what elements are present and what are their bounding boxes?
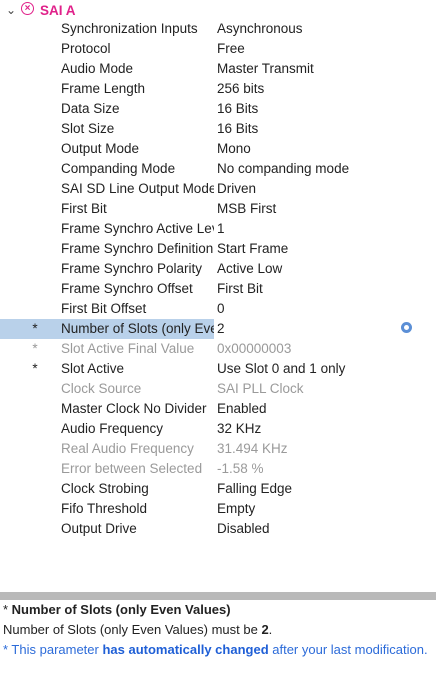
parameter-label: Frame Length xyxy=(61,81,146,96)
parameter-label: Companding Mode xyxy=(61,161,176,176)
parameter-row[interactable]: * Number of Slots (only Even 2 xyxy=(0,319,436,339)
parameter-row[interactable]: Synchronization Inputs Asynchronous xyxy=(0,19,436,39)
error-circle-icon: × xyxy=(21,2,34,15)
parameter-row[interactable]: Audio Frequency 32 KHz xyxy=(0,419,436,439)
parameter-row[interactable]: Slot Size 16 Bits xyxy=(0,119,436,139)
parameter-row[interactable]: Frame Synchro Active Lev... 1 xyxy=(0,219,436,239)
parameter-value[interactable]: MSB First xyxy=(217,199,276,219)
parameter-row[interactable]: Output Mode Mono xyxy=(0,139,436,159)
parameter-row[interactable]: Frame Synchro Polarity Active Low xyxy=(0,259,436,279)
parameter-row[interactable]: Clock Source SAI PLL Clock xyxy=(0,379,436,399)
parameter-label: SAI SD Line Output Mode xyxy=(61,181,214,196)
description-constraint: Number of Slots (only Even Values) must … xyxy=(3,622,273,637)
parameter-label: Protocol xyxy=(61,41,111,56)
parameter-label: Slot Size xyxy=(61,121,115,136)
parameter-row[interactable]: Frame Synchro Definition Start Frame xyxy=(0,239,436,259)
parameter-row[interactable]: Output Drive Disabled xyxy=(0,519,436,539)
parameter-label: Data Size xyxy=(61,101,120,116)
parameter-value[interactable]: Master Transmit xyxy=(217,59,314,79)
parameter-label: Clock Strobing xyxy=(61,481,149,496)
parameter-value[interactable]: 32 KHz xyxy=(217,419,261,439)
parameter-label: Audio Frequency xyxy=(61,421,164,436)
description-title: * Number of Slots (only Even Values) xyxy=(3,602,231,617)
parameter-label: Audio Mode xyxy=(61,61,134,76)
parameter-value[interactable]: 0 xyxy=(217,299,225,319)
modified-marker: * xyxy=(32,321,38,336)
parameter-row[interactable]: Frame Length 256 bits xyxy=(0,79,436,99)
parameter-value[interactable]: Use Slot 0 and 1 only xyxy=(217,359,345,379)
parameter-row[interactable]: SAI SD Line Output Mode Driven xyxy=(0,179,436,199)
panel-divider[interactable] xyxy=(0,592,436,600)
parameter-value[interactable]: No companding mode xyxy=(217,159,349,179)
parameter-label: Slot Active Final Value xyxy=(61,341,195,356)
parameter-row[interactable]: Clock Strobing Falling Edge xyxy=(0,479,436,499)
parameter-row[interactable]: Companding Mode No companding mode xyxy=(0,159,436,179)
parameter-label: Number of Slots (only Even xyxy=(61,321,214,336)
sai-a-group-header[interactable]: ⌄ × SAI A xyxy=(0,0,436,20)
parameter-label: Frame Synchro Definition xyxy=(61,241,214,256)
parameter-value[interactable]: Asynchronous xyxy=(217,19,303,39)
parameter-list: Synchronization Inputs Asynchronous Protoc… xyxy=(0,19,436,539)
parameter-label: First Bit Offset xyxy=(61,301,147,316)
parameter-value[interactable]: 16 Bits xyxy=(217,119,258,139)
parameter-value: 0x00000003 xyxy=(217,341,292,356)
parameter-value[interactable]: Empty xyxy=(217,499,255,519)
parameter-label: Error between Selected xyxy=(61,461,203,476)
parameter-row[interactable]: Data Size 16 Bits xyxy=(0,99,436,119)
modified-marker: * xyxy=(32,361,38,376)
parameter-label: Frame Synchro Active Lev... xyxy=(61,221,214,236)
parameter-value: SAI PLL Clock xyxy=(217,381,304,396)
parameter-value[interactable]: 1 xyxy=(217,219,225,239)
parameter-row[interactable]: First Bit MSB First xyxy=(0,199,436,219)
gear-icon[interactable] xyxy=(401,322,412,333)
chevron-down-icon[interactable]: ⌄ xyxy=(6,1,18,19)
parameter-label: Real Audio Frequency xyxy=(61,441,194,456)
parameter-row[interactable]: Error between Selected -1.58 % xyxy=(0,459,436,479)
parameter-row[interactable]: Audio Mode Master Transmit xyxy=(0,59,436,79)
parameter-value[interactable]: Driven xyxy=(217,179,256,199)
parameter-label: Slot Active xyxy=(61,361,125,376)
parameter-value[interactable]: Disabled xyxy=(217,519,270,539)
parameter-row[interactable]: Fifo Threshold Empty xyxy=(0,499,436,519)
parameter-value[interactable]: Falling Edge xyxy=(217,479,292,499)
group-title: SAI A xyxy=(40,3,76,18)
parameter-value[interactable]: 2 xyxy=(217,319,225,339)
parameter-value[interactable]: Free xyxy=(217,39,245,59)
parameter-value: 31.494 KHz xyxy=(217,441,288,456)
parameter-label: Output Mode xyxy=(61,141,140,156)
parameter-label: Fifo Threshold xyxy=(61,501,148,516)
parameter-value[interactable]: 16 Bits xyxy=(217,99,258,119)
parameter-label: Clock Source xyxy=(61,381,142,396)
parameter-row[interactable]: Master Clock No Divider Enabled xyxy=(0,399,436,419)
parameter-label: Frame Synchro Polarity xyxy=(61,261,203,276)
parameter-value[interactable]: Mono xyxy=(217,139,251,159)
description-note: * This parameter has automatically chang… xyxy=(3,642,428,657)
modified-marker: * xyxy=(32,341,38,356)
parameter-row[interactable]: First Bit Offset 0 xyxy=(0,299,436,319)
parameter-row[interactable]: * Slot Active Final Value 0x00000003 xyxy=(0,339,436,359)
parameter-value[interactable]: First Bit xyxy=(217,279,263,299)
parameter-row[interactable]: Real Audio Frequency 31.494 KHz xyxy=(0,439,436,459)
parameter-value[interactable]: Active Low xyxy=(217,259,282,279)
parameter-value[interactable]: 256 bits xyxy=(217,79,264,99)
parameter-row[interactable]: Protocol Free xyxy=(0,39,436,59)
parameter-label: Frame Synchro Offset xyxy=(61,281,193,296)
parameter-label: Output Drive xyxy=(61,521,137,536)
parameter-row[interactable]: Frame Synchro Offset First Bit xyxy=(0,279,436,299)
parameter-value[interactable]: Enabled xyxy=(217,399,267,419)
parameter-value: -1.58 % xyxy=(217,461,264,476)
parameter-row[interactable]: * Slot Active Use Slot 0 and 1 only xyxy=(0,359,436,379)
parameter-label: Synchronization Inputs xyxy=(61,21,198,36)
parameter-value[interactable]: Start Frame xyxy=(217,239,288,259)
parameter-label: Master Clock No Divider xyxy=(61,401,207,416)
parameter-label: First Bit xyxy=(61,201,107,216)
description-panel: * Number of Slots (only Even Values) Num… xyxy=(0,600,436,673)
